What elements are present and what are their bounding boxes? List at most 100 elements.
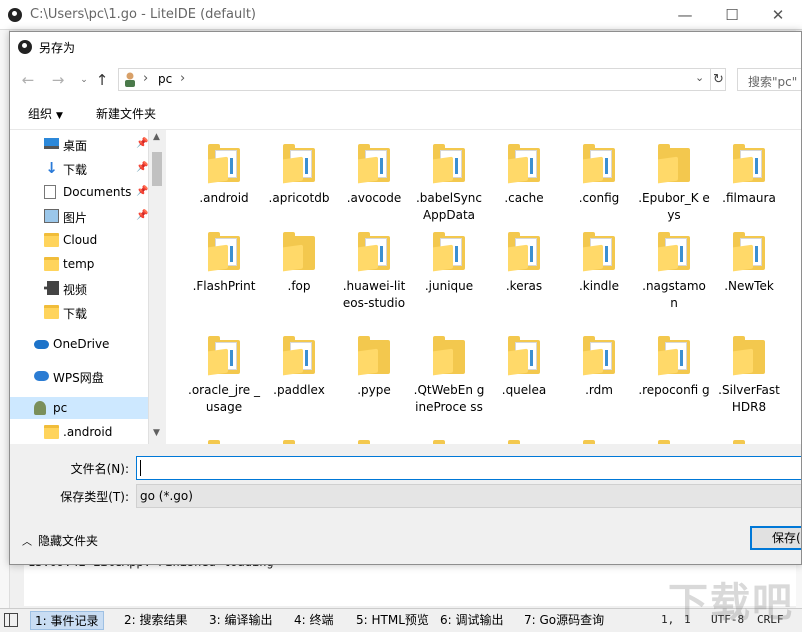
back-arrow-icon[interactable]: ← <box>18 70 38 90</box>
forward-arrow-icon[interactable]: → <box>48 70 68 90</box>
folder-name: .Ve <box>788 382 801 399</box>
tab-event-log[interactable]: 1: 事件记录 <box>30 611 104 630</box>
folder-item[interactable]: .android <box>188 134 260 226</box>
tab-go-source-query[interactable]: 7: Go源码查询 <box>520 611 608 630</box>
tab-debug-output[interactable]: 6: 调试输出 <box>436 611 508 630</box>
sidebar-item[interactable]: WPS网盘 <box>10 365 148 387</box>
folder-icon <box>358 232 390 272</box>
folder-item[interactable]: .Fl al <box>788 134 801 226</box>
folder-item[interactable]: .cache <box>488 134 560 226</box>
folder-icon <box>433 440 465 444</box>
folder-name: .n m nt <box>788 278 801 295</box>
folder-item[interactable]: .kindle <box>563 222 635 314</box>
folder-icon <box>208 144 240 184</box>
folder-item[interactable] <box>713 430 785 444</box>
folder-icon <box>583 232 615 272</box>
folder-item[interactable]: .avocode <box>338 134 410 226</box>
folder-item[interactable]: .quelea <box>488 326 560 418</box>
save-button[interactable]: 保存(S) <box>750 526 801 550</box>
sidebar-item[interactable]: 桌面 📌 <box>10 133 148 155</box>
folder-item[interactable]: .FlashPrint <box>188 222 260 314</box>
tab-search-results[interactable]: 2: 搜索结果 <box>120 611 192 630</box>
wps-cloud-icon <box>34 371 49 381</box>
folder-item[interactable] <box>413 430 485 444</box>
folder-item[interactable] <box>788 430 801 444</box>
refresh-icon[interactable]: ↻ <box>710 69 726 90</box>
folder-item[interactable] <box>263 430 335 444</box>
folder-item[interactable]: .paddlex <box>263 326 335 418</box>
sidebar-item[interactable]: OneDrive <box>10 333 148 355</box>
folder-item[interactable]: .fop <box>263 222 335 314</box>
search-box[interactable]: 搜索"pc" <box>737 68 801 91</box>
folder-item[interactable] <box>338 430 410 444</box>
folder-item[interactable]: .oracle_jre _usage <box>188 326 260 418</box>
sidebar-item[interactable]: 视频 <box>10 277 148 299</box>
folder-item[interactable]: .NewTek <box>713 222 785 314</box>
folder-item[interactable]: .Ve <box>788 326 801 418</box>
folder-item[interactable]: .config <box>563 134 635 226</box>
sidebar-item-label: Cloud <box>63 233 98 247</box>
folder-item[interactable]: .Epubor_K eys <box>638 134 710 226</box>
folder-item[interactable]: .rdm <box>563 326 635 418</box>
sidebar-item[interactable]: temp <box>10 253 148 275</box>
folder-icon <box>44 425 59 439</box>
folder-item[interactable] <box>488 430 560 444</box>
folder-item[interactable]: .QtWebEn gineProce ss <box>413 326 485 418</box>
scrollbar-thumb[interactable] <box>152 152 162 186</box>
organize-button[interactable]: 组织 ▼ <box>28 105 63 122</box>
folder-item[interactable]: .junique <box>413 222 485 314</box>
folder-icon <box>44 305 59 319</box>
folder-item[interactable]: .repoconfi g <box>638 326 710 418</box>
sidebar-item[interactable]: .android <box>10 421 148 443</box>
navigation-pane: 桌面 📌 ↓ 下载 📌 Documents 📌 图片 📌 Cloud temp 视频 下载 OneDriv… <box>10 130 149 444</box>
new-folder-button[interactable]: 新建文件夹 <box>96 105 156 122</box>
filetype-select[interactable]: go (*.go) <box>136 484 801 508</box>
tab-terminal[interactable]: 4: 终端 <box>290 611 338 630</box>
minimize-button[interactable]: — <box>662 0 708 30</box>
folder-name: .keras <box>505 279 543 293</box>
address-bar[interactable]: › pc › ⌄ ↻ <box>118 68 726 91</box>
sidebar-item-label: 下载 <box>63 163 88 177</box>
sidebar-item[interactable]: Documents 📌 <box>10 181 148 203</box>
folder-name: .rdm <box>585 383 613 397</box>
folder-name: .SilverFast HDR8 <box>718 383 780 414</box>
folder-item[interactable]: .filmaura <box>713 134 785 226</box>
sidebar-item[interactable]: 下载 <box>10 301 148 323</box>
folder-item[interactable]: .pype <box>338 326 410 418</box>
folder-item[interactable]: .keras <box>488 222 560 314</box>
folder-item[interactable]: .n m nt <box>788 222 801 314</box>
folder-item[interactable]: .SilverFast HDR8 <box>713 326 785 418</box>
sidebar-item[interactable]: Cloud <box>10 229 148 251</box>
navigation-pane-scrollbar[interactable]: ▲ ▼ <box>149 130 166 444</box>
address-dropdown-icon[interactable]: ⌄ <box>695 71 704 84</box>
maximize-button[interactable]: ☐ <box>709 0 755 30</box>
scroll-down-icon[interactable]: ▼ <box>153 428 160 438</box>
folder-item[interactable]: .huawei-lit eos-studio <box>338 222 410 314</box>
folder-item[interactable] <box>188 430 260 444</box>
folder-item[interactable]: .apricotdb <box>263 134 335 226</box>
breadcrumb-separator-icon[interactable]: › <box>180 71 185 86</box>
sidebar-item-label: Documents <box>63 185 132 199</box>
breadcrumb-pc[interactable]: pc <box>158 72 172 86</box>
filename-input[interactable] <box>136 456 801 480</box>
chevron-up-icon: ︿ <box>22 537 32 548</box>
sidebar-toggle-icon[interactable] <box>4 613 18 627</box>
hide-folders-toggle[interactable]: ︿ 隐藏文件夹 <box>22 532 98 549</box>
watermark-logo: 下载吧 <box>668 580 794 626</box>
folder-item[interactable] <box>563 430 635 444</box>
scroll-up-icon[interactable]: ▲ <box>153 132 160 142</box>
folder-item[interactable]: .nagstamo n <box>638 222 710 314</box>
close-button[interactable]: ✕ <box>755 0 801 30</box>
sidebar-item[interactable]: 图片 📌 <box>10 205 148 227</box>
user-icon <box>34 401 46 415</box>
sidebar-item-label: 图片 <box>63 211 88 225</box>
tab-build-output[interactable]: 3: 编译输出 <box>205 611 277 630</box>
tab-html-preview[interactable]: 5: HTML预览 <box>352 611 433 630</box>
navigation-bar: ← → ⌄ ↑ › pc › ⌄ ↻ 搜索"pc" <box>10 62 801 96</box>
up-arrow-icon[interactable]: ↑ <box>92 70 112 90</box>
folder-item[interactable]: .babelSync AppData <box>413 134 485 226</box>
folder-name: .Fl al <box>788 190 801 207</box>
folder-item[interactable] <box>638 430 710 444</box>
sidebar-item[interactable]: pc <box>10 397 148 419</box>
sidebar-item[interactable]: ↓ 下载 📌 <box>10 157 148 179</box>
